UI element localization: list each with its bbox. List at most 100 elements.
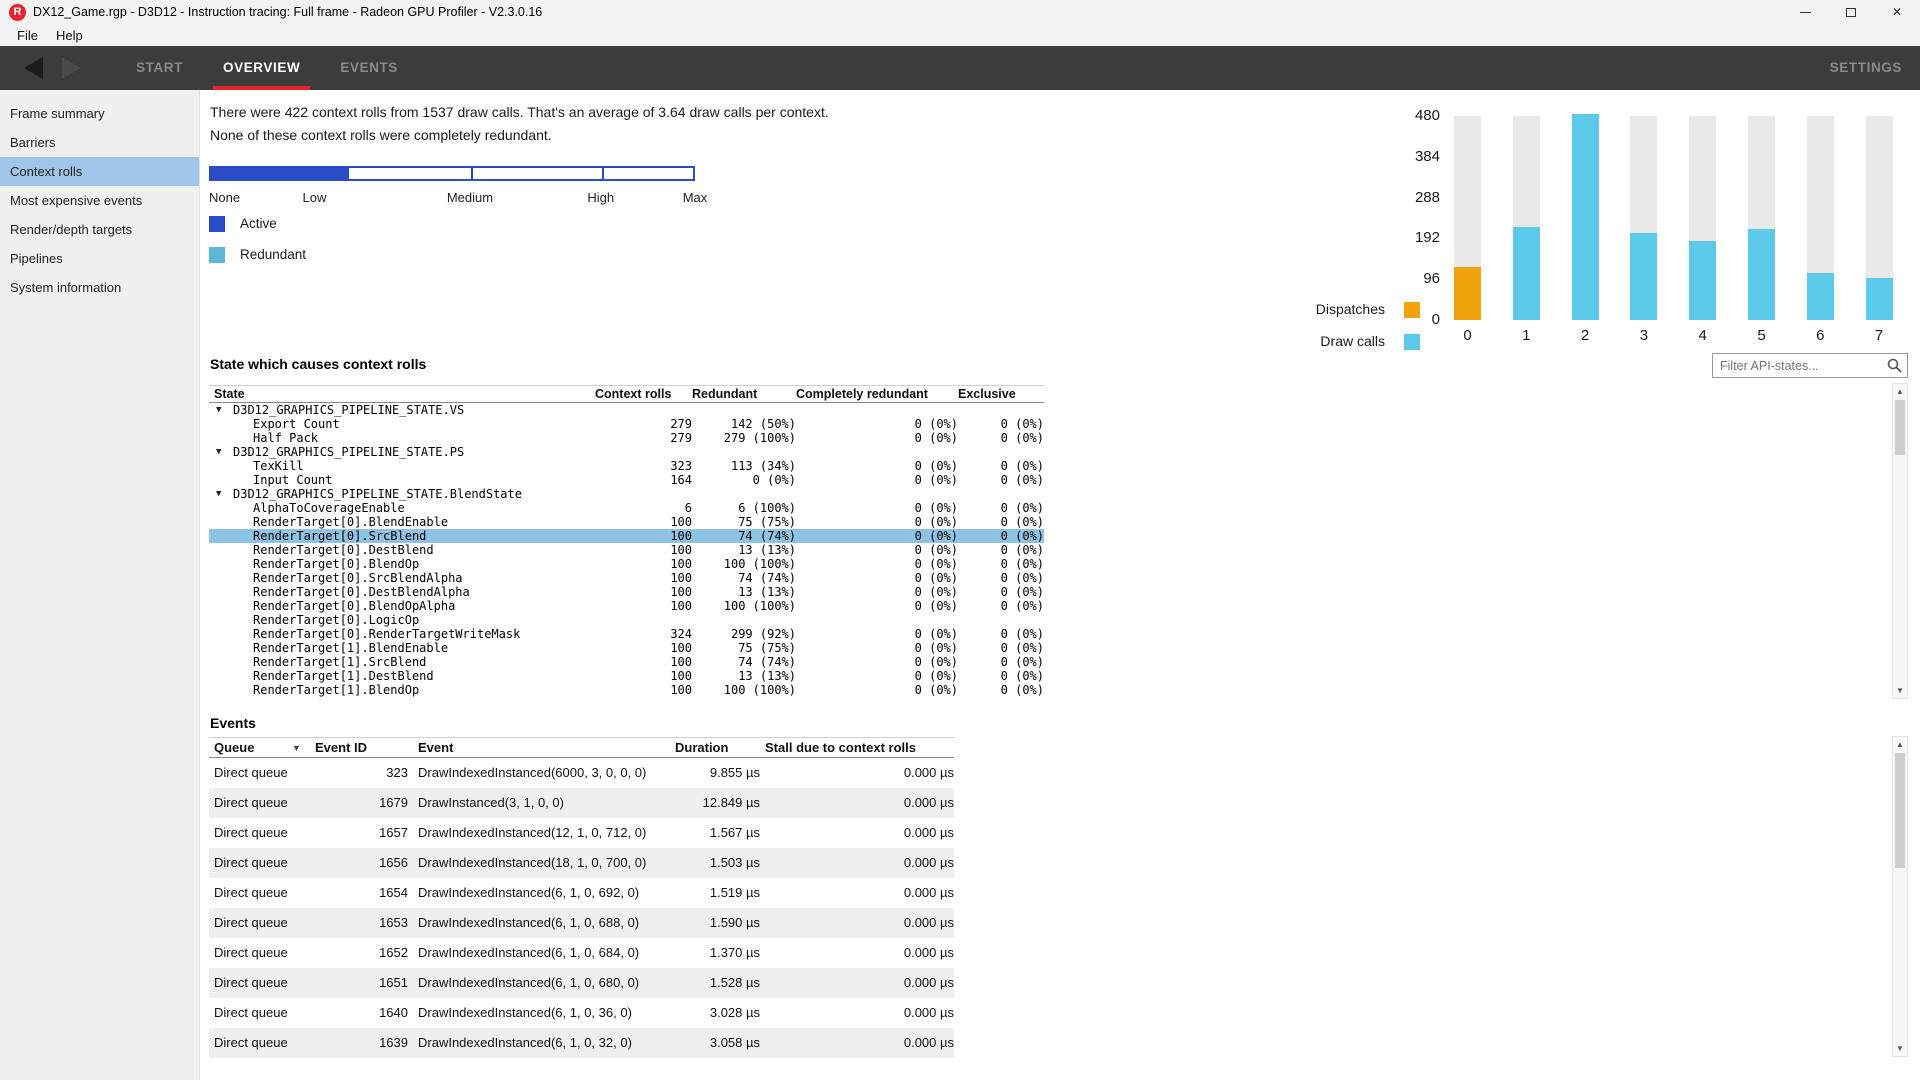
sidebar-item-barriers[interactable]: Barriers xyxy=(0,128,199,157)
draw-calls-swatch-icon xyxy=(1404,334,1420,350)
tab-settings[interactable]: SETTINGS xyxy=(1830,46,1902,90)
state-row-rendertarget-0-rendertargetwritemask[interactable]: RenderTarget[0].RenderTargetWriteMask324… xyxy=(209,627,1044,641)
tab-overview[interactable]: OVERVIEW xyxy=(203,46,320,90)
event-row-1679[interactable]: Direct queue1679DrawInstanced(3, 1, 0, 0… xyxy=(209,788,954,818)
tab-events[interactable]: EVENTS xyxy=(320,46,418,90)
state-row-rendertarget-0-srcblendalpha[interactable]: RenderTarget[0].SrcBlendAlpha10074 (74%)… xyxy=(209,571,1044,585)
state-col-state[interactable]: State xyxy=(209,386,595,403)
sidebar-item-system-information[interactable]: System information xyxy=(0,273,199,302)
state-col-completely-redundant[interactable]: Completely redundant xyxy=(796,386,958,403)
state-row-input-count[interactable]: Input Count1640 (0%)0 (0%)0 (0%) xyxy=(209,473,1044,487)
event-id: 323 xyxy=(310,758,408,788)
scrollbar-thumb[interactable] xyxy=(1895,753,1905,868)
event-stall: 0.000 µs xyxy=(760,818,954,848)
collapse-arrow-icon[interactable]: ▼ xyxy=(216,403,233,417)
state-col-context-rolls[interactable]: Context rolls xyxy=(595,386,692,403)
state-row-alphatocoverageenable[interactable]: AlphaToCoverageEnable66 (100%)0 (0%)0 (0… xyxy=(209,501,1044,515)
sidebar-item-frame-summary[interactable]: Frame summary xyxy=(0,99,199,128)
sort-desc-icon[interactable]: ▼ xyxy=(292,738,301,758)
events-col-stall-due-to-context-rolls[interactable]: Stall due to context rolls xyxy=(760,738,954,758)
maximize-button[interactable] xyxy=(1828,0,1874,25)
state-row-d3d12-graphics-pipeline-state-ps[interactable]: ▼D3D12_GRAPHICS_PIPELINE_STATE.PS xyxy=(209,445,1044,459)
state-cell-redundant: 100 (100%) xyxy=(692,557,796,571)
event-name: DrawIndexedInstanced(6000, 3, 0, 0, 0) xyxy=(408,758,675,788)
state-table-scrollbar[interactable]: ▲ ▼ xyxy=(1892,383,1908,699)
state-cell-completely_redundant: 0 (0%) xyxy=(796,641,958,655)
menu-help[interactable]: Help xyxy=(47,25,92,46)
scroll-down-icon[interactable]: ▼ xyxy=(1893,683,1907,698)
state-cell-redundant: 74 (74%) xyxy=(692,571,796,585)
event-row-1656[interactable]: Direct queue1656DrawIndexedInstanced(18,… xyxy=(209,848,954,878)
state-row-rendertarget-0-destblendalpha[interactable]: RenderTarget[0].DestBlendAlpha10013 (13%… xyxy=(209,585,1044,599)
chart-xlabel-1: 1 xyxy=(1513,327,1540,344)
minimize-button[interactable] xyxy=(1782,0,1828,25)
scroll-up-icon[interactable]: ▲ xyxy=(1893,737,1907,752)
sidebar-item-render-depth-targets[interactable]: Render/depth targets xyxy=(0,215,199,244)
events-col-duration[interactable]: Duration xyxy=(675,738,760,758)
sidebar-item-context-rolls[interactable]: Context rolls xyxy=(0,157,199,186)
back-arrow-icon[interactable] xyxy=(24,57,43,79)
state-row-half-pack[interactable]: Half Pack279279 (100%)0 (0%)0 (0%) xyxy=(209,431,1044,445)
event-stall: 0.000 µs xyxy=(760,1028,954,1058)
events-col-queue[interactable]: Queue▼ xyxy=(209,738,310,758)
state-row-rendertarget-1-blendop[interactable]: RenderTarget[1].BlendOp100100 (100%)0 (0… xyxy=(209,683,1044,697)
state-cell-exclusive xyxy=(958,403,1044,417)
filter-api-states-input[interactable] xyxy=(1712,353,1908,378)
events-col-event[interactable]: Event xyxy=(408,738,675,758)
event-row-1657[interactable]: Direct queue1657DrawIndexedInstanced(12,… xyxy=(209,818,954,848)
events-col-event-id[interactable]: Event ID xyxy=(310,738,408,758)
event-row-1651[interactable]: Direct queue1651DrawIndexedInstanced(6, … xyxy=(209,968,954,998)
collapse-arrow-icon[interactable]: ▼ xyxy=(216,445,233,459)
event-stall: 0.000 µs xyxy=(760,938,954,968)
meter-tick xyxy=(471,168,473,179)
state-row-rendertarget-1-destblend[interactable]: RenderTarget[1].DestBlend10013 (13%)0 (0… xyxy=(209,669,1044,683)
state-row-rendertarget-0-srcblend[interactable]: RenderTarget[0].SrcBlend10074 (74%)0 (0%… xyxy=(209,529,1044,543)
collapse-arrow-icon[interactable]: ▼ xyxy=(216,487,233,501)
state-row-texkill[interactable]: TexKill323113 (34%)0 (0%)0 (0%) xyxy=(209,459,1044,473)
state-row-rendertarget-0-logicop[interactable]: RenderTarget[0].LogicOp xyxy=(209,613,1044,627)
event-id: 1652 xyxy=(310,938,408,968)
state-row-rendertarget-0-blendopalpha[interactable]: RenderTarget[0].BlendOpAlpha100100 (100%… xyxy=(209,599,1044,613)
chart-xlabel-5: 5 xyxy=(1748,327,1775,344)
event-row-1639[interactable]: Direct queue1639DrawIndexedInstanced(6, … xyxy=(209,1028,954,1058)
events-table-scrollbar[interactable]: ▲ ▼ xyxy=(1892,736,1908,1057)
state-row-d3d12-graphics-pipeline-state-blendstate[interactable]: ▼D3D12_GRAPHICS_PIPELINE_STATE.BlendStat… xyxy=(209,487,1044,501)
state-row-export-count[interactable]: Export Count279142 (50%)0 (0%)0 (0%) xyxy=(209,417,1044,431)
state-cell-exclusive: 0 (0%) xyxy=(958,459,1044,473)
state-col-exclusive[interactable]: Exclusive xyxy=(958,386,1044,403)
chart-xlabel-6: 6 xyxy=(1807,327,1834,344)
event-name: DrawIndexedInstanced(6, 1, 0, 680, 0) xyxy=(408,968,675,998)
state-label: Half Pack xyxy=(209,431,595,445)
scroll-down-icon[interactable]: ▼ xyxy=(1893,1041,1907,1056)
scroll-up-icon[interactable]: ▲ xyxy=(1893,384,1907,399)
state-row-rendertarget-0-destblend[interactable]: RenderTarget[0].DestBlend10013 (13%)0 (0… xyxy=(209,543,1044,557)
state-cell-completely_redundant xyxy=(796,487,958,501)
state-row-rendertarget-0-blendop[interactable]: RenderTarget[0].BlendOp100100 (100%)0 (0… xyxy=(209,557,1044,571)
state-row-rendertarget-1-srcblend[interactable]: RenderTarget[1].SrcBlend10074 (74%)0 (0%… xyxy=(209,655,1044,669)
state-cell-completely_redundant xyxy=(796,445,958,459)
event-row-1654[interactable]: Direct queue1654DrawIndexedInstanced(6, … xyxy=(209,878,954,908)
state-row-rendertarget-1-blendenable[interactable]: RenderTarget[1].BlendEnable10075 (75%)0 … xyxy=(209,641,1044,655)
chart-bar-3 xyxy=(1630,233,1657,320)
events-section-heading: Events xyxy=(210,715,256,731)
event-row-1652[interactable]: Direct queue1652DrawIndexedInstanced(6, … xyxy=(209,938,954,968)
sidebar-item-pipelines[interactable]: Pipelines xyxy=(0,244,199,273)
state-col-redundant[interactable]: Redundant xyxy=(692,386,796,403)
tab-start[interactable]: START xyxy=(116,46,203,90)
state-row-rendertarget-0-blendenable[interactable]: RenderTarget[0].BlendEnable10075 (75%)0 … xyxy=(209,515,1044,529)
event-row-1640[interactable]: Direct queue1640DrawIndexedInstanced(6, … xyxy=(209,998,954,1028)
state-cell-completely_redundant: 0 (0%) xyxy=(796,543,958,557)
forward-arrow-icon[interactable] xyxy=(62,57,81,79)
state-row-d3d12-graphics-pipeline-state-vs[interactable]: ▼D3D12_GRAPHICS_PIPELINE_STATE.VS xyxy=(209,403,1044,417)
event-row-323[interactable]: Direct queue323DrawIndexedInstanced(6000… xyxy=(209,758,954,788)
state-cell-context_rolls xyxy=(595,403,692,417)
minimize-icon xyxy=(1800,12,1811,13)
sidebar-item-most-expensive-events[interactable]: Most expensive events xyxy=(0,186,199,215)
scrollbar-thumb[interactable] xyxy=(1895,400,1905,455)
meter-tick xyxy=(602,168,604,179)
menu-file[interactable]: File xyxy=(8,25,47,46)
close-button[interactable]: ✕ xyxy=(1874,0,1920,25)
summary-line-2: None of these context rolls were complet… xyxy=(210,127,552,143)
state-cell-redundant: 13 (13%) xyxy=(692,543,796,557)
event-row-1653[interactable]: Direct queue1653DrawIndexedInstanced(6, … xyxy=(209,908,954,938)
